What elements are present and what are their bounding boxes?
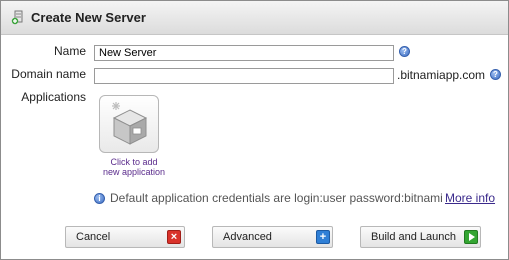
- build-and-launch-button[interactable]: Build and Launch: [360, 226, 481, 248]
- domain-name-field[interactable]: [94, 68, 394, 84]
- cancel-button[interactable]: Cancel ×: [65, 226, 185, 248]
- name-label: Name: [53, 44, 86, 58]
- domain-suffix: .bitnamiapp.com: [397, 68, 486, 82]
- package-box-icon: [112, 102, 148, 145]
- name-help-icon[interactable]: ?: [399, 46, 410, 57]
- domain-help-icon[interactable]: ?: [490, 69, 501, 80]
- close-icon: ×: [167, 230, 181, 244]
- name-field[interactable]: [94, 45, 394, 61]
- plus-icon: +: [316, 230, 330, 244]
- domain-label: Domain name: [11, 67, 86, 81]
- credentials-info-text: Default application credentials are logi…: [110, 191, 443, 205]
- play-icon: [464, 230, 478, 244]
- dialog-title: Create New Server: [31, 10, 146, 25]
- create-server-dialog: Create New Server Name ? Domain name .bi…: [0, 0, 509, 260]
- info-icon: i: [94, 193, 105, 204]
- more-info-link[interactable]: More info: [445, 191, 495, 205]
- add-application-caption-line2[interactable]: new application: [91, 167, 177, 177]
- add-application-caption-line1[interactable]: Click to add: [91, 157, 177, 167]
- dialog-titlebar: Create New Server: [1, 1, 508, 35]
- cancel-button-label: Cancel: [76, 231, 111, 243]
- applications-label: Applications: [21, 90, 86, 104]
- build-and-launch-label: Build and Launch: [371, 231, 457, 243]
- advanced-button-label: Advanced: [223, 231, 272, 243]
- advanced-button[interactable]: Advanced +: [212, 226, 333, 248]
- server-plus-icon: [11, 10, 23, 25]
- add-application-button[interactable]: [99, 95, 159, 153]
